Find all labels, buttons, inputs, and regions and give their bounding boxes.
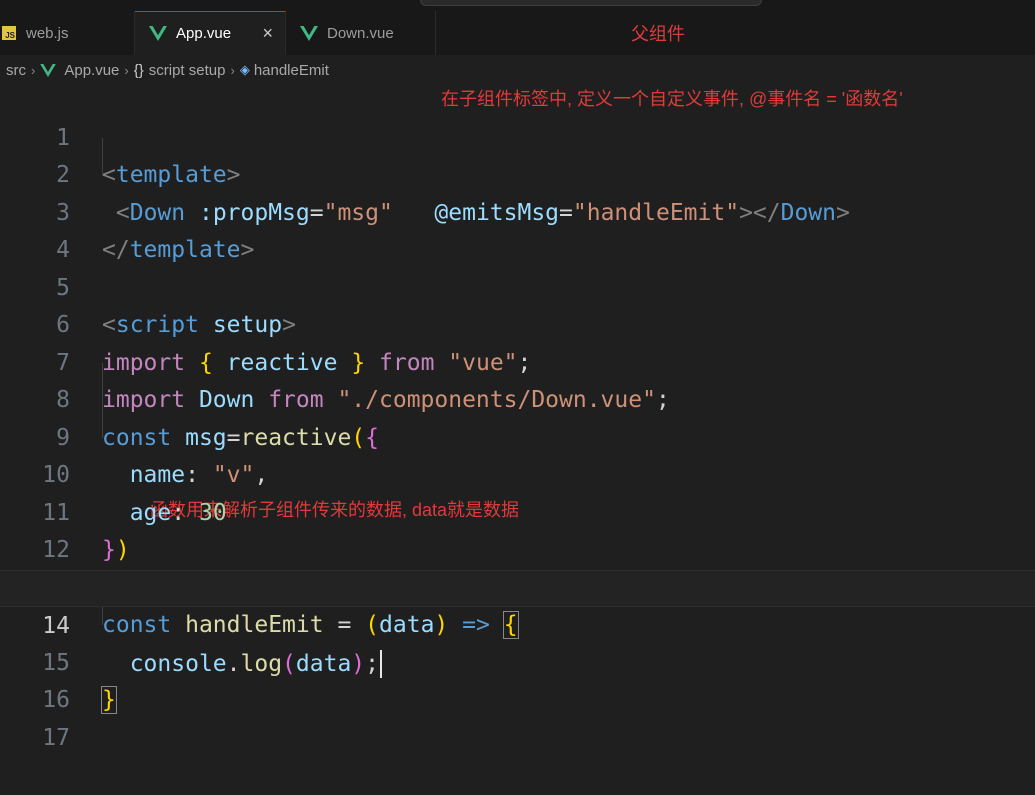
code-line: 16: [0, 645, 1035, 713]
vue-file-icon: [300, 25, 318, 41]
code-editor[interactable]: 1 <template> 2 <Down :propMsg="msg" @emi…: [0, 82, 1035, 751]
code-line: 13 const handleEmit = (data) => {: [0, 532, 1035, 639]
code-line: 15 }: [0, 607, 1035, 714]
braces-icon: {}: [133, 61, 144, 79]
tab-down-vue[interactable]: Down.vue: [286, 11, 436, 55]
close-icon[interactable]: ×: [262, 23, 273, 44]
vue-file-icon: [40, 63, 57, 77]
chevron-right-icon: ›: [124, 62, 129, 78]
command-center[interactable]: [420, 0, 762, 6]
tab-bar: JS web.js App.vue × Down.vue: [0, 11, 1035, 55]
tab-app-vue[interactable]: App.vue ×: [135, 11, 286, 55]
vue-file-icon: [149, 26, 167, 41]
breadcrumb-file[interactable]: App.vue: [40, 62, 119, 79]
breadcrumb-section[interactable]: {} script setup: [134, 62, 226, 79]
code-line: 5 <script setup>: [0, 232, 1035, 339]
code-line: 3 </template>: [0, 157, 1035, 264]
code-line: 10 age: 30: [0, 420, 1035, 526]
js-file-icon: JS: [2, 26, 16, 40]
tab-label: web.js: [26, 24, 69, 42]
code-line: 17: [0, 682, 1035, 751]
code-line: 11 }): [0, 457, 1035, 564]
breadcrumb-method[interactable]: ◈ handleEmit: [240, 62, 329, 79]
title-bar: [0, 0, 1035, 11]
code-line: 7 import Down from "./components/Down.vu…: [0, 307, 1035, 414]
code-line-current: 14 console.log(data);: [0, 569, 1035, 678]
parent-component-annotation: 父组件: [631, 24, 685, 44]
tab-web-js[interactable]: JS web.js: [0, 11, 135, 55]
code-line: 9 name: "v",: [0, 382, 1035, 489]
code-line: 1 <template>: [0, 82, 1035, 189]
breadcrumb-src[interactable]: src: [6, 62, 26, 79]
code-line: 2 <Down :propMsg="msg" @emitsMsg="handle…: [0, 120, 1035, 226]
line-number: 17: [42, 724, 70, 751]
code-line: 6 import { reactive } from "vue";: [0, 270, 1035, 376]
breadcrumb: src › App.vue › {} script setup › ◈ hand…: [0, 55, 1035, 85]
tab-label: App.vue: [176, 25, 232, 42]
method-icon: ◈: [239, 62, 250, 77]
chevron-right-icon: ›: [230, 62, 235, 78]
tab-label: Down.vue: [327, 24, 394, 42]
code-line: 8 const msg=reactive({: [0, 345, 1035, 451]
code-line: 12: [0, 495, 1035, 563]
chevron-right-icon: ›: [31, 62, 36, 78]
code-line: 4: [0, 195, 1035, 263]
